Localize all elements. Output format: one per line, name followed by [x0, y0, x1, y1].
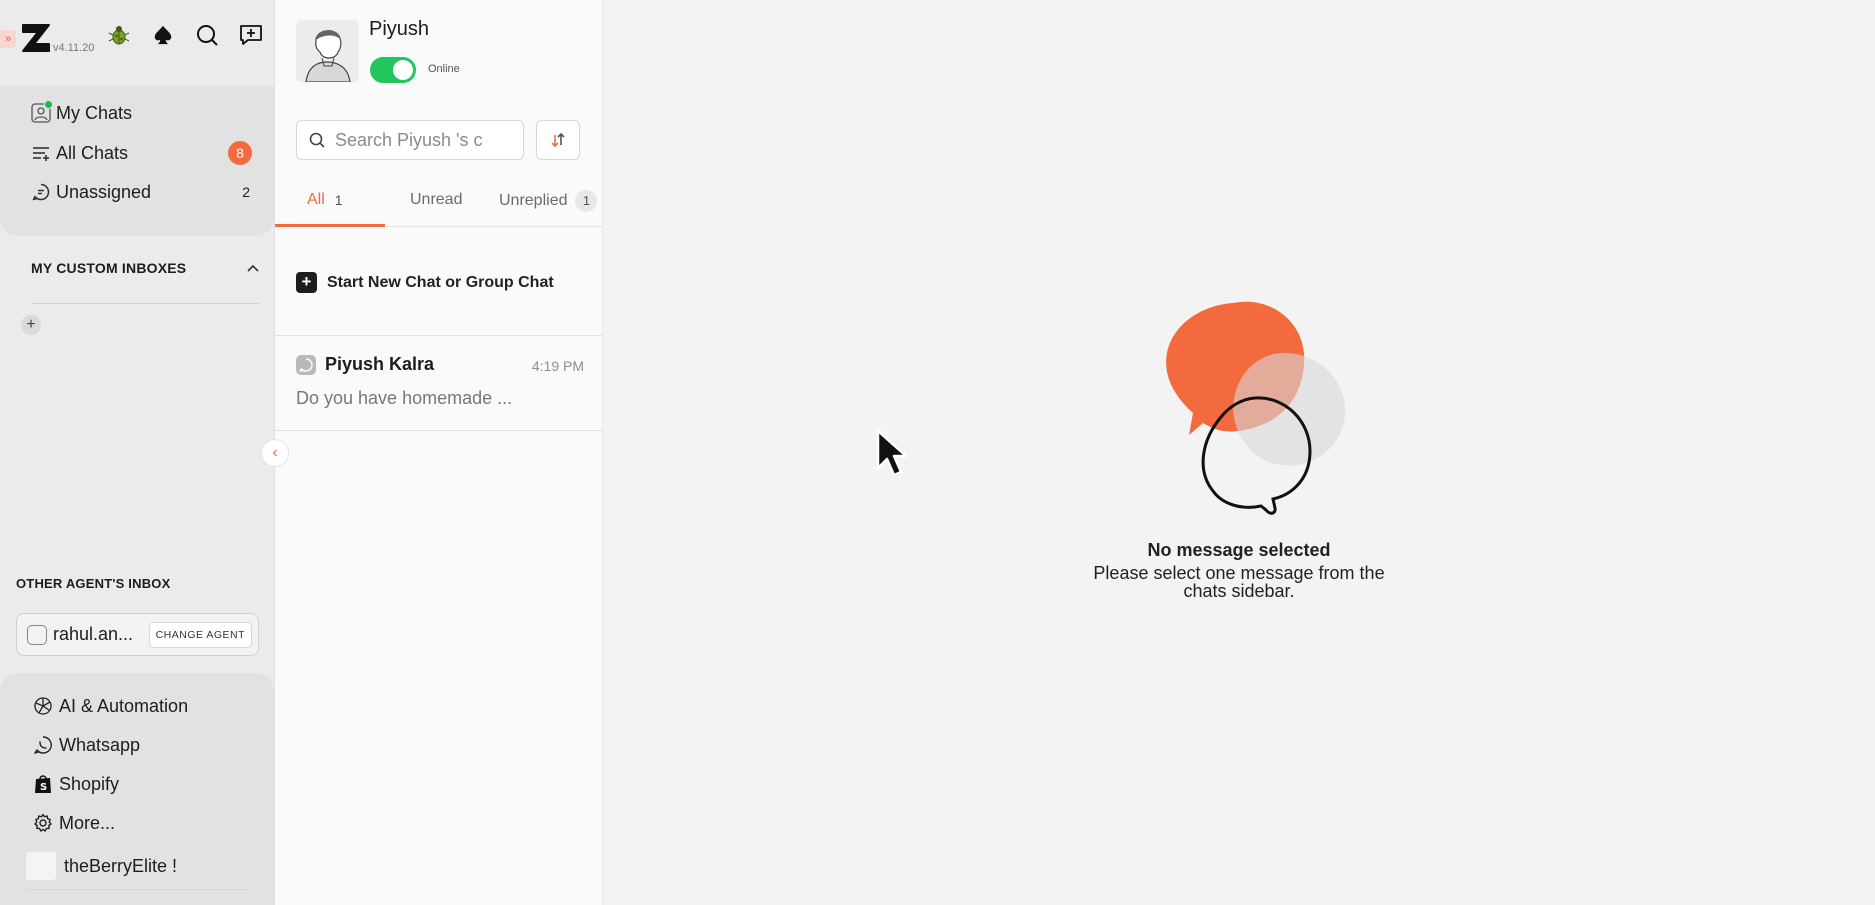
nav-label: Whatsapp	[59, 734, 141, 755]
agent-avatar	[27, 624, 47, 645]
conversation-area: No message selected Please select one me…	[603, 0, 1875, 905]
agent-name: rahul.an...	[53, 624, 134, 644]
chat-preview: Do you have homemade ...	[296, 388, 513, 408]
nav-label: AI & Automation	[59, 695, 189, 716]
chat-bubbles-illustration	[1166, 301, 1346, 515]
nav-ai-automation[interactable]: AI & Automation	[32, 693, 188, 719]
profile-name: Piyush	[369, 18, 430, 40]
change-agent-button[interactable]: CHANGE AGENT	[148, 621, 252, 648]
nav-all-chats[interactable]: All Chats 8	[30, 140, 252, 166]
empty-state-line: chats sidebar.	[1183, 581, 1295, 601]
agent-selector[interactable]: rahul.an... CHANGE AGENT	[16, 613, 259, 656]
app-version: v4.11.20	[53, 42, 95, 54]
nav-label: Unassigned	[56, 181, 152, 202]
chat-contact-name: Piyush Kalra	[325, 354, 435, 374]
search-box[interactable]	[296, 120, 524, 160]
add-inbox-button[interactable]: +	[21, 315, 41, 335]
shopify-bag-icon: S	[32, 773, 54, 795]
store-switcher[interactable]: theBerryElite !	[26, 852, 248, 880]
online-toggle[interactable]	[370, 57, 416, 83]
divider	[26, 889, 248, 890]
svg-text:S: S	[40, 782, 47, 793]
mouse-cursor-icon	[876, 429, 908, 477]
chat-list-panel: Piyush Online All 1 Unread Unreplied 1 +…	[274, 0, 604, 905]
tab-unread[interactable]: Unread	[410, 191, 462, 209]
user-avatar-icon	[30, 100, 53, 124]
nav-shopify[interactable]: S Shopify	[32, 771, 119, 797]
nav-label: My Chats	[56, 102, 133, 123]
empty-state-message: Please select one message from the chats…	[603, 564, 1875, 600]
tab-label: Unread	[410, 191, 463, 208]
tab-label: All	[307, 191, 325, 208]
search-icon[interactable]	[194, 22, 220, 48]
active-tab-indicator	[275, 224, 385, 227]
app-logo	[22, 24, 50, 52]
search-icon	[309, 132, 325, 148]
divider	[275, 430, 604, 431]
empty-state-title: No message selected	[1147, 540, 1331, 560]
chat-filter-tabs: All 1 Unread Unreplied 1	[275, 177, 604, 227]
nav-label: More...	[59, 812, 116, 833]
chat-timestamp: 4:19 PM	[531, 358, 584, 374]
gear-icon	[32, 812, 54, 834]
primary-nav: My Chats All Chats 8 Unassigned 2	[0, 86, 274, 236]
search-input[interactable]	[335, 129, 505, 151]
tab-count: 1	[575, 190, 598, 212]
top-toolbar	[106, 22, 264, 48]
tab-unreplied[interactable]: Unreplied 1	[499, 190, 598, 212]
empty-state-line: Please select one message from the	[1093, 563, 1385, 583]
profile-avatar[interactable]	[296, 20, 359, 82]
nav-my-chats[interactable]: My Chats	[30, 100, 250, 126]
chat-list-item[interactable]: Piyush Kalra 4:19 PM Do you have homemad…	[275, 336, 604, 430]
sort-button[interactable]	[536, 120, 580, 160]
store-logo	[26, 852, 56, 880]
nav-label: All Chats	[56, 142, 129, 163]
chat-bubble-icon	[30, 181, 52, 203]
tab-count: 1	[334, 192, 343, 208]
expand-sidebar-icon[interactable]: »	[0, 30, 16, 48]
status-label: Online	[428, 63, 460, 75]
start-new-chat-button[interactable]: + Start New Chat or Group Chat	[296, 272, 554, 293]
left-sidebar: » v4.11.20 My Chats All Chats 8 Unassign…	[0, 0, 274, 905]
bug-icon[interactable]	[106, 22, 132, 48]
divider	[31, 303, 259, 304]
tab-label: Unreplied	[499, 192, 568, 209]
collapse-sidebar-button[interactable]: ‹	[261, 439, 289, 467]
nav-more[interactable]: More...	[32, 810, 115, 836]
store-name: theBerryElite !	[64, 855, 178, 876]
other-agents-title: OTHER AGENT'S INBOX	[16, 576, 171, 591]
section-title: MY CUSTOM INBOXES	[31, 260, 187, 276]
unread-badge: 8	[228, 141, 252, 165]
chevron-up-icon[interactable]	[247, 264, 259, 272]
plus-icon: +	[296, 272, 317, 293]
filter-list-icon	[30, 142, 52, 164]
sort-arrows-icon	[551, 132, 565, 148]
nav-unassigned[interactable]: Unassigned 2	[30, 179, 250, 205]
whatsapp-icon	[32, 734, 54, 756]
online-indicator	[44, 100, 53, 109]
nav-label: Shopify	[59, 773, 120, 794]
spade-icon[interactable]	[150, 22, 176, 48]
openai-icon	[32, 695, 54, 717]
unassigned-count: 2	[242, 184, 250, 200]
tab-all[interactable]: All 1	[307, 191, 343, 209]
custom-inboxes-header[interactable]: MY CUSTOM INBOXES	[31, 260, 259, 276]
nav-whatsapp[interactable]: Whatsapp	[32, 732, 140, 758]
new-chat-label: Start New Chat or Group Chat	[327, 273, 554, 291]
whatsapp-icon	[296, 355, 316, 375]
new-chat-icon[interactable]	[238, 22, 264, 48]
